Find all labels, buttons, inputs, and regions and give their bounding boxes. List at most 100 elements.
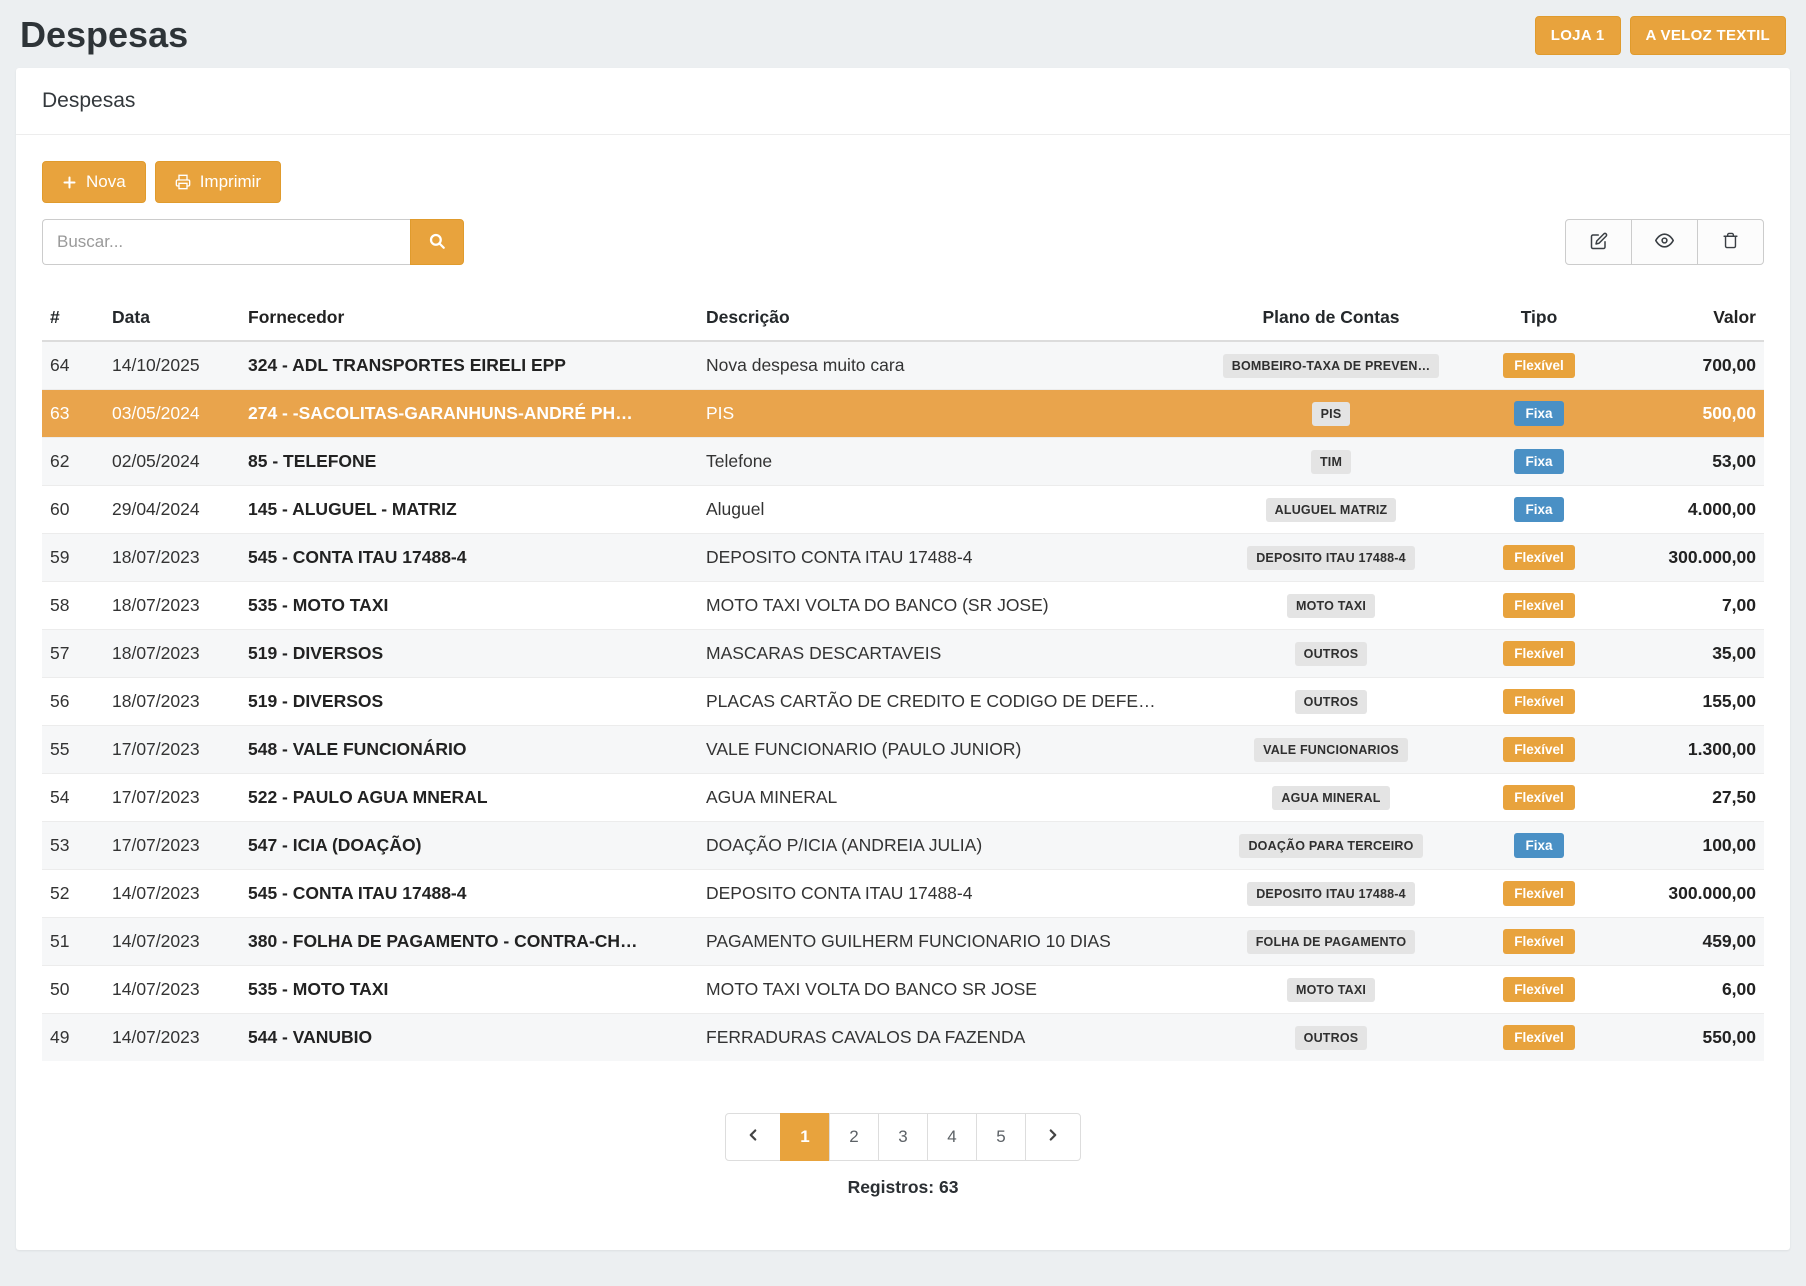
table-row[interactable]: 64 14/10/2025 324 - ADL TRANSPORTES EIRE… [42, 341, 1764, 390]
pagination-page-2[interactable]: 2 [829, 1113, 879, 1161]
new-expense-button[interactable]: Nova [42, 161, 146, 203]
plan-badge: VALE FUNCIONARIOS [1254, 738, 1408, 762]
table-row[interactable]: 49 14/07/2023 544 - VANUBIO FERRADURAS C… [42, 1014, 1764, 1062]
store-button-loja1[interactable]: LOJA 1 [1535, 16, 1621, 55]
cell-date: 02/05/2024 [104, 438, 240, 486]
cell-id: 51 [42, 918, 104, 966]
view-button[interactable] [1631, 219, 1698, 265]
type-badge: Fixa [1514, 833, 1563, 858]
plan-badge: DOAÇÃO PARA TERCEIRO [1239, 834, 1422, 858]
cell-description: PIS [698, 390, 1188, 438]
cell-value: 500,00 [1604, 390, 1764, 438]
table-row[interactable]: 53 17/07/2023 547 - ICIA (DOAÇÃO) DOAÇÃO… [42, 822, 1764, 870]
cell-supplier: 380 - FOLHA DE PAGAMENTO - CONTRA-CH… [240, 918, 698, 966]
store-button-company[interactable]: A VELOZ TEXTIL [1630, 16, 1786, 55]
cell-supplier: 145 - ALUGUEL - MATRIZ [240, 486, 698, 534]
edit-button[interactable] [1565, 219, 1632, 265]
card-body: Nova Imprimir [16, 135, 1790, 1250]
cell-id: 50 [42, 966, 104, 1014]
cell-description: PLACAS CARTÃO DE CREDITO E CODIGO DE DEF… [698, 678, 1188, 726]
table-row[interactable]: 55 17/07/2023 548 - VALE FUNCIONÁRIO VAL… [42, 726, 1764, 774]
table-row[interactable]: 60 29/04/2024 145 - ALUGUEL - MATRIZ Alu… [42, 486, 1764, 534]
plan-badge: ALUGUEL MATRIZ [1266, 498, 1397, 522]
cell-description: MASCARAS DESCARTAVEIS [698, 630, 1188, 678]
cell-supplier: 545 - CONTA ITAU 17488-4 [240, 534, 698, 582]
cell-description: Nova despesa muito cara [698, 341, 1188, 390]
pagination-page-3[interactable]: 3 [878, 1113, 928, 1161]
type-badge: Flexível [1503, 1025, 1575, 1050]
pagination-page-4[interactable]: 4 [927, 1113, 977, 1161]
cell-description: DOAÇÃO P/ICIA (ANDREIA JULIA) [698, 822, 1188, 870]
plan-badge: FOLHA DE PAGAMENTO [1247, 930, 1416, 954]
cell-value: 100,00 [1604, 822, 1764, 870]
pagination: 1 2 3 4 5 [42, 1113, 1764, 1161]
plan-badge: OUTROS [1295, 642, 1368, 666]
cell-supplier: 545 - CONTA ITAU 17488-4 [240, 870, 698, 918]
table-row[interactable]: 58 18/07/2023 535 - MOTO TAXI MOTO TAXI … [42, 582, 1764, 630]
table-row[interactable]: 57 18/07/2023 519 - DIVERSOS MASCARAS DE… [42, 630, 1764, 678]
pagination-next-button[interactable] [1025, 1113, 1081, 1161]
header-date: Data [104, 297, 240, 341]
cell-supplier: 544 - VANUBIO [240, 1014, 698, 1062]
cell-date: 17/07/2023 [104, 726, 240, 774]
cell-value: 700,00 [1604, 341, 1764, 390]
records-count: Registros: 63 [42, 1177, 1764, 1224]
cell-supplier: 547 - ICIA (DOAÇÃO) [240, 822, 698, 870]
cell-value: 4.000,00 [1604, 486, 1764, 534]
type-badge: Flexível [1503, 353, 1575, 378]
table-row[interactable]: 50 14/07/2023 535 - MOTO TAXI MOTO TAXI … [42, 966, 1764, 1014]
table-row[interactable]: 62 02/05/2024 85 - TELEFONE Telefone TIM… [42, 438, 1764, 486]
expenses-card: Despesas Nova Imprimir [16, 68, 1790, 1250]
cell-value: 53,00 [1604, 438, 1764, 486]
cell-value: 35,00 [1604, 630, 1764, 678]
printer-icon [175, 174, 191, 190]
search-group [42, 219, 464, 265]
cell-date: 18/07/2023 [104, 630, 240, 678]
pagination-page-1[interactable]: 1 [780, 1113, 830, 1161]
cell-date: 18/07/2023 [104, 678, 240, 726]
cell-id: 58 [42, 582, 104, 630]
plan-badge: TIM [1311, 450, 1351, 474]
expenses-tbody: 64 14/10/2025 324 - ADL TRANSPORTES EIRE… [42, 341, 1764, 1061]
cell-value: 459,00 [1604, 918, 1764, 966]
page: Despesas LOJA 1 A VELOZ TEXTIL Despesas … [0, 0, 1806, 1266]
header-description: Descrição [698, 297, 1188, 341]
cell-supplier: 548 - VALE FUNCIONÁRIO [240, 726, 698, 774]
plan-badge: MOTO TAXI [1287, 594, 1375, 618]
cell-description: FERRADURAS CAVALOS DA FAZENDA [698, 1014, 1188, 1062]
cell-supplier: 519 - DIVERSOS [240, 678, 698, 726]
page-title: Despesas [20, 14, 188, 56]
table-row[interactable]: 52 14/07/2023 545 - CONTA ITAU 17488-4 D… [42, 870, 1764, 918]
cell-id: 64 [42, 341, 104, 390]
search-input[interactable] [42, 219, 410, 265]
cell-description: MOTO TAXI VOLTA DO BANCO SR JOSE [698, 966, 1188, 1014]
cell-value: 7,00 [1604, 582, 1764, 630]
cell-date: 14/10/2025 [104, 341, 240, 390]
cell-description: VALE FUNCIONARIO (PAULO JUNIOR) [698, 726, 1188, 774]
type-badge: Flexível [1503, 545, 1575, 570]
table-row[interactable]: 56 18/07/2023 519 - DIVERSOS PLACAS CART… [42, 678, 1764, 726]
plus-icon [62, 175, 77, 190]
cell-date: 03/05/2024 [104, 390, 240, 438]
cell-value: 300.000,00 [1604, 870, 1764, 918]
table-row[interactable]: 63 03/05/2024 274 - -SACOLITAS-GARANHUNS… [42, 390, 1764, 438]
type-badge: Flexível [1503, 785, 1575, 810]
type-badge: Flexível [1503, 689, 1575, 714]
search-button[interactable] [410, 219, 464, 265]
cell-value: 550,00 [1604, 1014, 1764, 1062]
cell-value: 27,50 [1604, 774, 1764, 822]
print-button[interactable]: Imprimir [155, 161, 281, 203]
plan-badge: PIS [1312, 402, 1351, 426]
pagination-page-5[interactable]: 5 [976, 1113, 1026, 1161]
table-row[interactable]: 59 18/07/2023 545 - CONTA ITAU 17488-4 D… [42, 534, 1764, 582]
pagination-prev-button[interactable] [725, 1113, 781, 1161]
type-badge: Flexível [1503, 881, 1575, 906]
delete-button[interactable] [1697, 219, 1764, 265]
cell-id: 60 [42, 486, 104, 534]
type-badge: Fixa [1514, 497, 1563, 522]
plan-badge: MOTO TAXI [1287, 978, 1375, 1002]
cell-id: 49 [42, 1014, 104, 1062]
table-row[interactable]: 54 17/07/2023 522 - PAULO AGUA MNERAL AG… [42, 774, 1764, 822]
table-row[interactable]: 51 14/07/2023 380 - FOLHA DE PAGAMENTO -… [42, 918, 1764, 966]
cell-supplier: 535 - MOTO TAXI [240, 582, 698, 630]
